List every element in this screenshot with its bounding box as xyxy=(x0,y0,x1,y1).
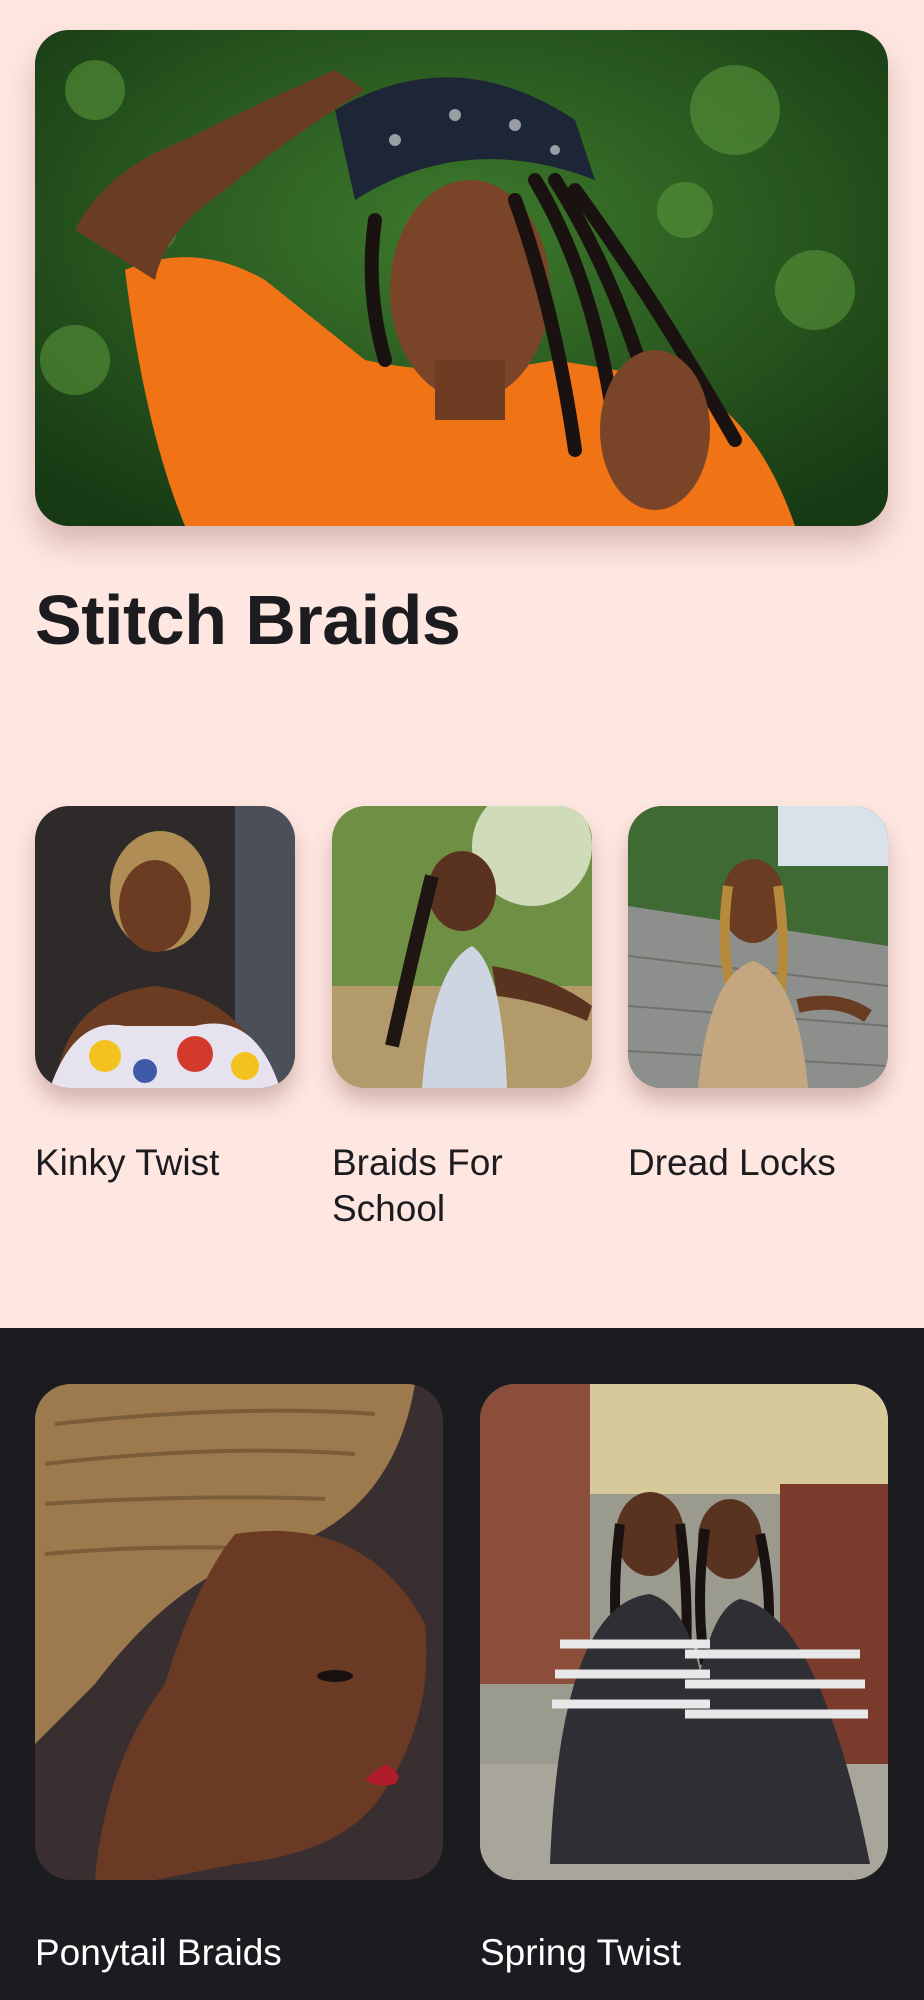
featured-label-spring-twist[interactable]: Spring Twist xyxy=(480,1932,681,1974)
featured-section: Ponytail Braids Spring Twist xyxy=(0,1328,924,2000)
featured-card-ponytail-braids[interactable] xyxy=(35,1384,443,1880)
category-card-dread-locks[interactable] xyxy=(628,806,888,1088)
braids-for-school-photo xyxy=(332,806,592,1088)
spring-twist-photo xyxy=(480,1384,888,1880)
hero-image-card[interactable] xyxy=(35,30,888,526)
category-label-braids-for-school[interactable]: Braids For School xyxy=(332,1140,602,1232)
category-label-kinky-twist[interactable]: Kinky Twist xyxy=(35,1140,305,1186)
category-card-kinky-twist[interactable] xyxy=(35,806,295,1088)
hero-photo xyxy=(35,30,888,526)
featured-label-ponytail-braids[interactable]: Ponytail Braids xyxy=(35,1932,282,1974)
kinky-twist-photo xyxy=(35,806,295,1088)
section-title: Stitch Braids xyxy=(35,581,461,659)
ponytail-braids-photo xyxy=(35,1384,443,1880)
featured-card-spring-twist[interactable] xyxy=(480,1384,888,1880)
category-card-braids-for-school[interactable] xyxy=(332,806,592,1088)
dread-locks-photo xyxy=(628,806,888,1088)
category-label-dread-locks[interactable]: Dread Locks xyxy=(628,1140,898,1186)
